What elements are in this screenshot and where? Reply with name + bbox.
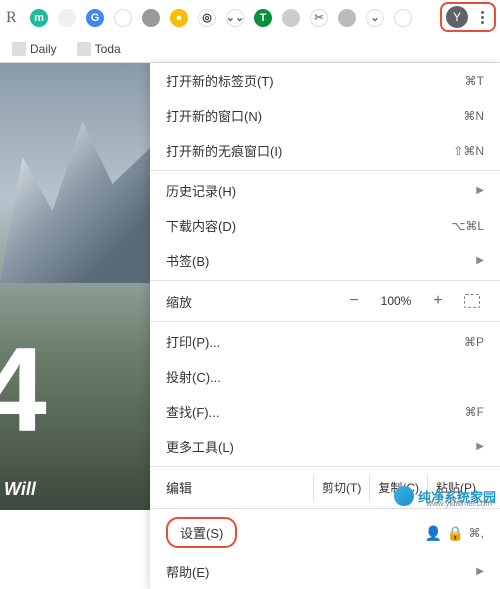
settings-shortcut: ⌘, (469, 526, 484, 540)
bookmark-item[interactable]: Daily (6, 40, 63, 58)
menu-cast[interactable]: 投射(C)... (150, 359, 500, 394)
ext-gray3[interactable] (338, 9, 356, 27)
ext-chevrons[interactable]: ⌄⌄ (226, 9, 244, 27)
ext-gray2[interactable] (282, 9, 300, 27)
highlight-settings: 设置(S) (166, 517, 237, 548)
menu-bookmarks[interactable]: 书签(B)▶ (150, 243, 500, 278)
chevron-right-icon: ▶ (476, 441, 484, 452)
menu-history[interactable]: 历史记录(H)▶ (150, 173, 500, 208)
truncated-text: R (6, 9, 20, 27)
bookmark-bar: Daily Toda (0, 35, 500, 63)
chevron-right-icon: ▶ (476, 566, 484, 577)
ext-translate[interactable]: G (86, 9, 104, 27)
watermark-logo-icon (394, 486, 414, 506)
watermark: 纯净系统家园 www.yidaimei.com (394, 486, 496, 506)
ext-gray1[interactable] (142, 9, 160, 27)
ext-compass[interactable]: ● (170, 9, 188, 27)
highlight-profile-menu: Y (440, 2, 496, 32)
page-content: 4 Will (0, 63, 150, 510)
chrome-main-menu: 打开新的标签页(T)⌘T 打开新的窗口(N)⌘N 打开新的无痕窗口(I)⇧⌘N … (150, 63, 500, 589)
menu-new-window[interactable]: 打开新的窗口(N)⌘N (150, 98, 500, 133)
menu-find[interactable]: 查找(F)...⌘F (150, 394, 500, 429)
menu-settings[interactable]: 设置(S) 👤 🔒 ⌘, (150, 511, 500, 554)
ext-teal[interactable]: m (30, 9, 48, 27)
menu-help[interactable]: 帮助(E)▶ (150, 554, 500, 589)
ext-blank3[interactable] (394, 9, 412, 27)
ext-blank1[interactable] (58, 9, 76, 27)
extensions-row: R m G ● ◎ ⌄⌄ T ✂ ⌄ (6, 9, 494, 27)
zoom-in-button[interactable]: + (426, 289, 450, 313)
menu-zoom: 缩放 − 100% + (150, 283, 500, 319)
browser-toolbar: R m G ● ◎ ⌄⌄ T ✂ ⌄ Y (0, 0, 500, 35)
zoom-out-button[interactable]: − (342, 289, 366, 313)
folder-icon (12, 42, 26, 56)
fullscreen-icon (464, 294, 480, 308)
folder-icon (77, 42, 91, 56)
menu-new-tab[interactable]: 打开新的标签页(T)⌘T (150, 63, 500, 98)
menu-incognito[interactable]: 打开新的无痕窗口(I)⇧⌘N (150, 133, 500, 168)
menu-downloads[interactable]: 下载内容(D)⌥⌘L (150, 208, 500, 243)
large-number: 4 (0, 330, 47, 450)
ext-blank2[interactable] (114, 9, 132, 27)
zoom-label: 缩放 (166, 292, 332, 311)
bookmark-item[interactable]: Toda (71, 40, 127, 58)
kebab-menu-icon[interactable] (474, 11, 490, 24)
watermark-url: www.yidaimei.com (426, 499, 492, 508)
ext-clip[interactable]: ✂ (310, 9, 328, 27)
chevron-right-icon: ▶ (476, 255, 484, 266)
edit-label: 编辑 (166, 478, 313, 497)
chevron-right-icon: ▶ (476, 185, 484, 196)
person-icon: 👤 (425, 525, 441, 541)
fullscreen-button[interactable] (460, 289, 484, 313)
lock-icon: 🔒 (447, 525, 463, 541)
menu-more-tools[interactable]: 更多工具(L)▶ (150, 429, 500, 464)
ext-pocket[interactable]: ⌄ (366, 9, 384, 27)
profile-avatar[interactable]: Y (446, 6, 468, 28)
menu-print[interactable]: 打印(P)...⌘P (150, 324, 500, 359)
zoom-value: 100% (376, 294, 416, 308)
ext-target[interactable]: ◎ (198, 9, 216, 27)
cut-button[interactable]: 剪切(T) (313, 475, 369, 500)
ext-shield[interactable]: T (254, 9, 272, 27)
background-image: 4 Will (0, 63, 150, 510)
caption-text: Will (4, 479, 36, 500)
